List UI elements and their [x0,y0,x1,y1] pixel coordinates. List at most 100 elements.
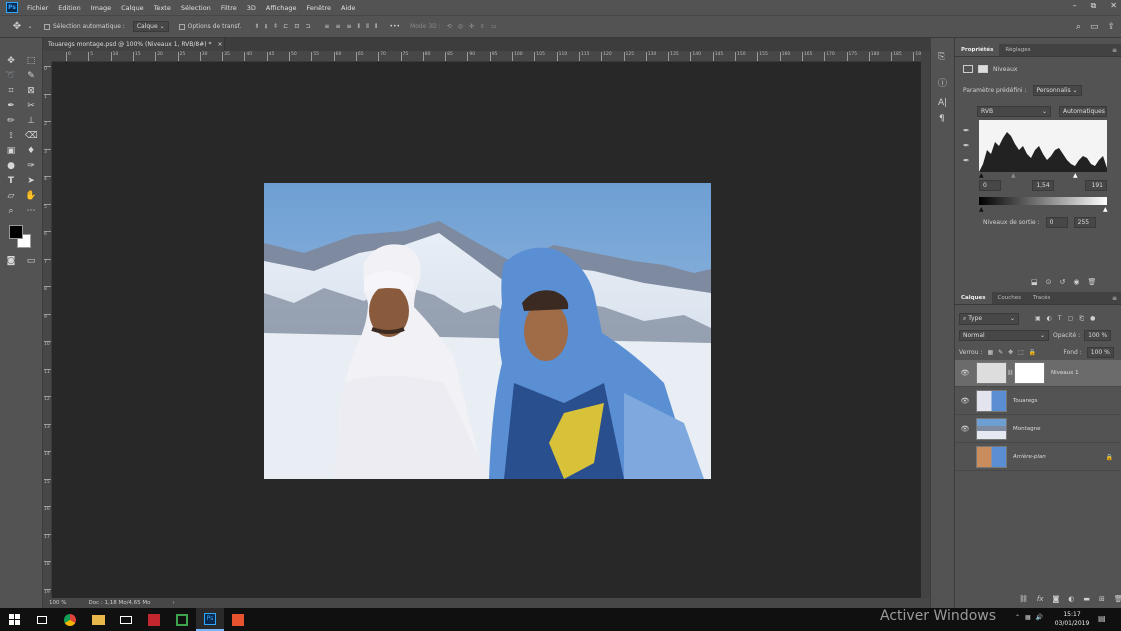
3d-roll-icon[interactable]: ◎ [458,23,463,30]
app-green-taskbar-button[interactable] [168,608,196,631]
gray-point-eyedropper-icon[interactable]: ✒ [963,141,970,150]
app-red-taskbar-button[interactable] [140,608,168,631]
layer-row-montagne[interactable]: 👁 Montagne [955,416,1121,443]
visibility-eye-icon[interactable]: · [955,453,975,461]
share-icon[interactable]: ⇪ [1107,22,1115,32]
tray-chevron-icon[interactable]: ⌃ [1015,614,1020,621]
output-black-field[interactable]: 0 [1045,217,1068,228]
menu-texte[interactable]: Texte [149,4,176,12]
output-sliders[interactable]: ▲ ▲ [979,206,1108,213]
document-size[interactable]: Doc : 1,18 Mo/4,65 Mo [88,600,150,606]
input-white-field[interactable]: 191 [1085,180,1107,191]
lock-position-icon[interactable]: ✥ [1008,349,1013,356]
lock-transparency-icon[interactable]: ▦ [987,349,993,356]
workspace-icon[interactable]: ▭ [1090,22,1099,32]
tab-adjustments[interactable]: Réglages [999,44,1036,56]
type-tool-icon[interactable]: T [5,175,17,187]
path-select-tool-icon[interactable]: ➤ [25,175,37,187]
menu-image[interactable]: Image [86,4,116,12]
frame-tool-icon[interactable]: ⊠ [25,85,37,97]
layer-style-icon[interactable]: fx [1037,595,1044,603]
explorer-taskbar-button[interactable] [84,608,112,631]
vertical-ruler[interactable]: 0 1 2 3 4 5 6 7 8 9 10 11 12 13 14 15 16 17 18 19 [43,62,52,598]
black-point-eyedropper-icon[interactable]: ✒ [963,126,970,135]
tab-layers[interactable]: Calques [955,292,992,304]
3d-slide-icon[interactable]: ⇳ [480,23,485,30]
link-layers-icon[interactable]: ⛓ [1019,595,1028,603]
new-group-icon[interactable]: ▬ [1083,595,1090,603]
visibility-eye-icon[interactable]: 👁 [955,397,975,405]
new-adjustment-icon[interactable]: ◐ [1068,595,1074,603]
3d-rotate-icon[interactable]: ⟲ [447,23,452,30]
distribute-right-icon[interactable]: ⦀ [375,23,378,31]
view-previous-icon[interactable]: ⊙ [1046,278,1052,286]
menu-calque[interactable]: Calque [116,4,149,12]
horizontal-ruler[interactable]: 0 5 10 15 20 25 30 35 40 45 50 55 60 65 70 75 80 85 90 95 10… [52,51,921,62]
menu-fenetre[interactable]: Fenêtre [301,4,336,12]
tab-channels[interactable]: Couches [992,292,1027,304]
app-orange-taskbar-button[interactable] [224,608,252,631]
levels-histogram[interactable] [979,120,1107,172]
distribute-top-icon[interactable]: ≡ [324,23,329,31]
tab-properties[interactable]: Propriétés [955,44,1000,56]
quick-mask-icon[interactable]: ◙ [5,255,17,267]
chain-link-icon[interactable]: ⛓ [1007,370,1013,376]
visibility-eye-icon[interactable]: 👁 [955,369,975,377]
tab-paths[interactable]: Tracés [1027,292,1056,304]
zoom-level[interactable]: 100 % [49,600,66,606]
crop-tool-icon[interactable]: ⌗ [5,85,17,97]
move-tool-icon[interactable]: ✥ [5,55,17,67]
dodge-tool-icon[interactable]: ● [5,160,17,172]
filter-pixel-icon[interactable]: ▣ [1035,315,1041,323]
output-white-slider[interactable]: ▲ [1103,206,1108,213]
menu-3d[interactable]: 3D [242,4,261,12]
preset-dropdown[interactable]: Personnalis ⌄ [1032,85,1082,96]
clip-to-layer-icon[interactable]: ⬓ [1031,278,1038,286]
lock-pixels-icon[interactable]: ✎ [998,349,1003,356]
new-layer-icon[interactable]: ⊞ [1099,595,1105,603]
minimize-button[interactable]: – [1073,1,1077,11]
fill-field[interactable]: 100 % [1086,347,1114,358]
canvas-area[interactable] [52,62,921,598]
auto-select-option[interactable]: Sélection automatique : [44,23,125,30]
filter-shape-icon[interactable]: ▢ [1068,315,1074,323]
task-view-button[interactable] [28,608,56,631]
blur-tool-icon[interactable]: ♦ [25,145,37,157]
layer-row-arriere-plan[interactable]: · Arrière-plan 🔒 [955,444,1121,471]
align-bottom-icon[interactable]: ⫩ [274,23,277,31]
input-gamma-slider[interactable]: ▲ [1011,172,1016,179]
channel-dropdown[interactable]: RVB ⌄ [977,106,1051,117]
brush-tool-icon[interactable]: ✏ [5,115,17,127]
visibility-icon[interactable]: ◉ [1073,278,1079,286]
hand-tool-icon[interactable]: ✋ [25,190,37,202]
transform-controls-checkbox[interactable] [178,23,185,30]
photoshop-taskbar-button[interactable]: Ps [196,608,224,631]
screen-mode-icon[interactable]: ▭ [25,255,37,267]
output-white-field[interactable]: 255 [1073,217,1096,228]
input-black-field[interactable]: 0 [979,180,1001,191]
auto-select-checkbox[interactable] [44,23,50,30]
move-tool-preset-icon[interactable]: ✥ [8,21,26,32]
eyedropper-tool-icon[interactable]: ✒ [5,100,17,112]
filter-type-icon[interactable]: T [1058,315,1062,323]
layers-menu-icon[interactable]: ≡ [1112,292,1117,304]
layer-row-niveaux[interactable]: 👁 ⛓ Niveaux 1 [955,360,1121,387]
close-tab-icon[interactable]: × [218,41,223,48]
filter-adjustment-icon[interactable]: ◐ [1047,315,1052,323]
menu-edition[interactable]: Edition [53,4,86,12]
ruler-origin[interactable] [43,51,52,62]
vertical-scrollbar[interactable] [921,51,930,598]
panel-menu-icon[interactable]: ≡ [1112,44,1117,56]
photoshop-logo-icon[interactable]: Ps [6,2,18,13]
filter-smart-icon[interactable]: ⎗ [1079,315,1084,323]
align-right-icon[interactable]: ⊐ [305,23,310,31]
align-top-icon[interactable]: ⫪ [255,23,258,31]
search-icon[interactable]: ⌕ [1076,22,1081,32]
distribute-vcenter-icon[interactable]: ≡ [335,23,340,31]
layer-mask-thumbnail[interactable] [1014,362,1045,384]
chevron-down-icon[interactable]: ⌄ [26,23,34,30]
edit-toolbar-icon[interactable]: ⋯ [25,205,37,217]
paragraph-panel-icon[interactable]: ¶ [939,114,945,124]
marquee-tool-icon[interactable]: ⬚ [25,55,37,67]
character-panel-icon[interactable]: A| [938,98,947,108]
